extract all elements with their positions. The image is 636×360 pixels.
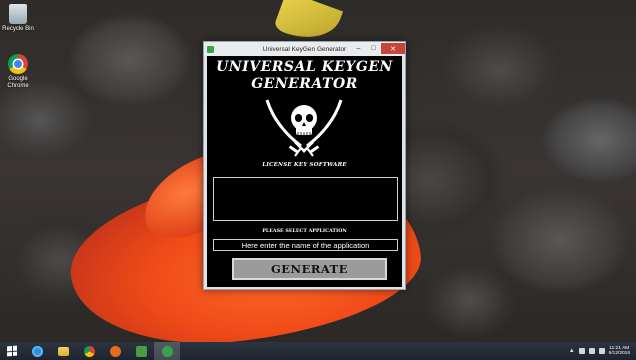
internet-explorer-icon [31,345,43,357]
maximize-button[interactable]: □ [366,43,381,54]
network-icon[interactable] [588,348,595,354]
generate-button[interactable]: GENERATE [232,258,387,280]
minimize-button[interactable]: – [351,43,366,54]
desktop-icon-google-chrome[interactable]: Google Chrome [0,54,36,90]
start-button[interactable] [0,342,24,360]
tray-expand-icon[interactable]: ▲ [569,348,575,354]
taskbar-item-google-chrome[interactable] [76,342,102,360]
app-client-area: UNIVERSAL KEYGEN GENERATOR LICENSE KEY S… [207,56,402,287]
clock-date: 6/12/2016 [608,351,630,356]
license-key-output[interactable] [213,177,398,221]
taskbar-item-keygen-generator[interactable] [154,342,180,360]
app-heading-line1: UNIVERSAL KEYGEN [216,59,393,75]
window-controls: – □ ✕ [351,43,405,55]
application-name-input[interactable] [213,239,398,251]
taskbar-item-media-player[interactable] [102,342,128,360]
select-application-label: PLEASE SELECT APPLICATION [262,228,347,234]
app-icon [207,45,214,53]
taskbar-item-internet-explorer[interactable] [24,342,50,360]
media-player-icon [109,345,121,357]
desktop-icon-recycle-bin[interactable]: Recycle Bin [0,4,36,33]
flag-icon[interactable] [578,348,585,354]
camtasia-icon [135,345,147,357]
desktop-icon-label: Recycle Bin [2,26,34,32]
close-button[interactable]: ✕ [381,43,405,54]
taskbar: ▲ 11:21 AM 6/12/2016 [0,342,636,360]
skull-crossed-swords-icon [265,99,343,157]
taskbar-item-file-explorer[interactable] [50,342,76,360]
chrome-icon [83,345,95,357]
keygen-window: Universal KeyGen Generator – □ ✕ UNIVERS… [203,41,406,290]
taskbar-clock[interactable]: 11:21 AM 6/12/2016 [609,346,630,357]
desktop-icon-label: Google Chrome [7,76,29,89]
keygen-app-icon [161,345,173,357]
taskbar-item-camtasia[interactable] [128,342,154,360]
system-tray: ▲ 11:21 AM 6/12/2016 [569,346,636,357]
window-titlebar[interactable]: Universal KeyGen Generator – □ ✕ [204,42,405,56]
app-heading-line2: GENERATOR [251,76,358,92]
recycle-bin-icon [9,4,27,24]
app-tagline: LICENSE KEY SOFTWARE [262,162,347,168]
volume-icon[interactable] [598,348,605,354]
chrome-icon [8,54,28,74]
folder-icon [57,346,69,356]
windows-logo-icon [7,345,17,357]
